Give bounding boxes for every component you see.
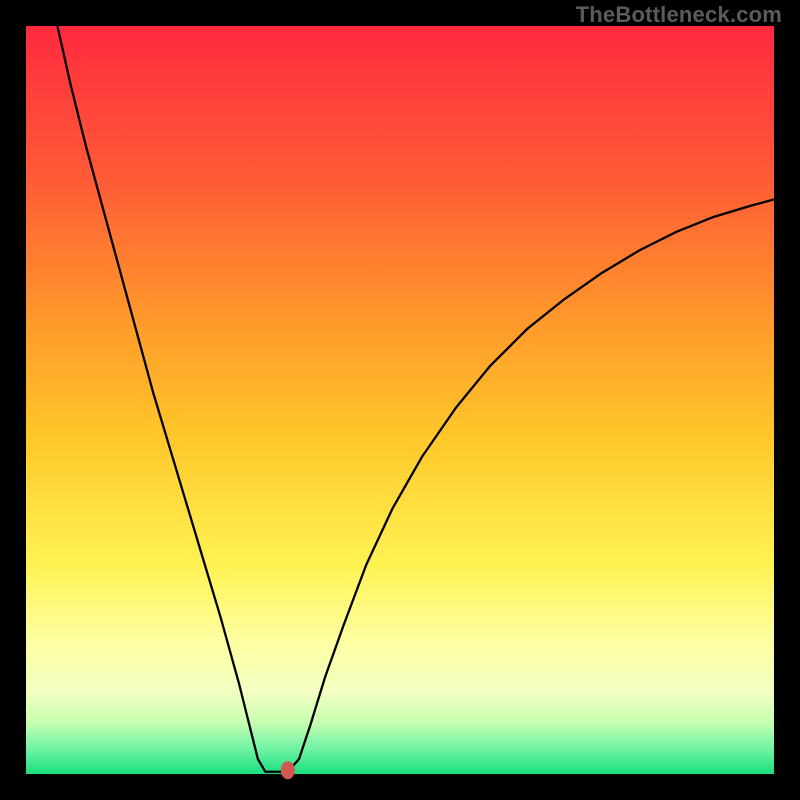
chart-wrapper: TheBottleneck.com bbox=[0, 0, 800, 800]
plot-background bbox=[26, 26, 774, 774]
minimum-marker bbox=[281, 761, 295, 779]
bottleneck-chart bbox=[0, 0, 800, 800]
watermark-text: TheBottleneck.com bbox=[576, 2, 782, 28]
